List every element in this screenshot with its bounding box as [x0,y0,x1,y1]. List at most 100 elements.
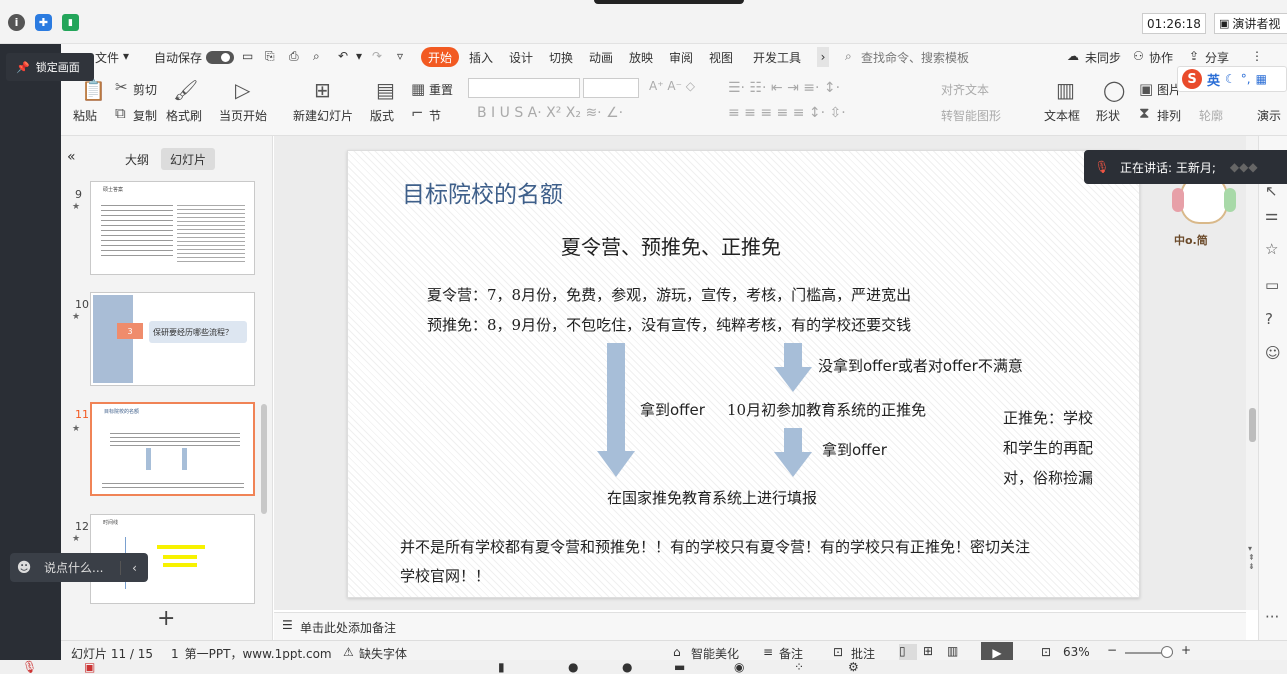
chat-icon[interactable]: ▬ [674,660,685,674]
tab-review[interactable]: 审阅 [669,49,693,66]
cut-button[interactable]: 剪切 [133,81,157,98]
section-button[interactable]: 节 [429,107,441,124]
menu-file[interactable]: 文件 [95,49,119,66]
font-name-select[interactable] [468,78,580,98]
tab-slides[interactable]: 幻灯片 [161,148,215,170]
screen-icon[interactable]: ▭ [1265,276,1279,294]
keyboard-icon[interactable]: ▦ [1256,72,1267,86]
tab-outline[interactable]: 大纲 [125,151,149,168]
footer-line1[interactable]: 并不是所有学校都有夏令营和预推免！！有的学校只有夏令营！有的学校只有正推免！密切… [400,536,1030,557]
get-offer-left-text[interactable]: 拿到offer [640,399,705,420]
punct-icon[interactable]: °, [1241,72,1251,86]
save-icon[interactable]: ▭ [242,49,253,63]
play-from-current-button[interactable]: 当页开始 [219,107,267,124]
export-icon[interactable]: ⎘ [265,49,275,64]
scroll-thumb[interactable] [1249,408,1256,442]
star-icon[interactable]: ☆ [1265,240,1278,258]
zoom-out-icon[interactable]: − [1107,643,1117,657]
scroll-arrows-icon[interactable]: ▾ ⇞ ⇟ [1248,544,1255,571]
sync-status[interactable]: 未同步 [1085,49,1121,66]
robot-icon[interactable]: ☺ [1265,344,1281,362]
kebab-icon[interactable]: ⋮ [1251,49,1263,63]
slide-thumbnail-9[interactable]: 硕士答案 [90,181,255,275]
brush-icon[interactable]: 🖌 [173,78,198,102]
collab-icon[interactable]: ⚇ [1133,49,1144,63]
slide-subtitle[interactable]: 夏令营、预推免、正推免 [561,231,781,260]
preview-icon[interactable]: ⌕ [313,49,320,64]
textbox-button[interactable]: 文本框 [1044,107,1080,124]
paste-icon[interactable]: 📋 [81,78,106,102]
list-icons[interactable]: ☰· ☷· ⇤ ⇥ ≡· ↕· [728,80,840,96]
font-size-select[interactable] [583,78,639,98]
mic-off-icon[interactable]: 🎙 [22,660,37,674]
dropdown-icon[interactable]: ▾ [123,49,129,63]
share-screen-icon[interactable]: ▮ [498,660,505,674]
undo-dropdown-icon[interactable]: ▾ [356,49,362,63]
autosave-toggle[interactable] [206,51,234,64]
apps-icon[interactable]: ⁘ [794,660,804,674]
zoom-level[interactable]: 63% [1063,645,1090,659]
emoji-icon[interactable]: ☻ [10,560,38,576]
shield-icon[interactable]: ✚ [35,14,52,31]
slide-title[interactable]: 目标院校的名额 [402,175,563,209]
slide-thumbnail-11[interactable]: 目标院校的名额 [90,402,255,496]
share-button[interactable]: 分享 [1205,49,1229,66]
arrange-button[interactable]: 排列 [1157,107,1181,124]
ime-mode[interactable]: 英 [1207,70,1220,89]
participants-icon[interactable]: ● [568,660,578,674]
presenter-view-button[interactable]: ▣ 演讲者视 [1214,13,1287,34]
slide-canvas[interactable]: 目标院校的名额 夏令营、预推免、正推免 夏令营：7，8月份，免费，参观，游玩，宣… [347,150,1140,598]
ime-toolbar[interactable]: S 英 ☾ °, ▦ [1177,66,1287,92]
summer-camp-text[interactable]: 夏令营：7，8月份，免费，参观，游玩，宣传，考核，门槛高，严进宽出 [427,284,911,305]
text-format-icons[interactable]: B I U S A· X² X₂ ≋· ∠· [477,105,623,121]
no-offer-text[interactable]: 没拿到offer或者对offer不满意 [818,355,1023,376]
record-icon[interactable]: ◉ [734,660,744,674]
tab-insert[interactable]: 插入 [469,49,493,66]
zhengtuimian-line2[interactable]: 和学生的再配 [1003,437,1093,458]
layout-icon[interactable]: ▤ [376,78,395,102]
fill-in-text[interactable]: 在国家推免教育系统上进行填报 [607,487,817,508]
get-offer-right-text[interactable]: 拿到offer [822,439,887,460]
zoom-slider-handle[interactable] [1161,646,1173,658]
cloud-icon[interactable]: ☁ [1067,49,1079,63]
lock-screen-button[interactable]: 📌 锁定画面 [6,53,94,81]
tab-view[interactable]: 视图 [709,49,733,66]
camera-off-icon[interactable]: ▣ [84,660,95,674]
chat-input[interactable]: ☻ 说点什么... ‹ [10,553,148,582]
tab-animation[interactable]: 动画 [589,49,613,66]
tab-developer[interactable]: 开发工具 [753,49,801,66]
october-text[interactable]: 10月初参加教育系统的正推免 [727,399,926,420]
moon-icon[interactable]: ☾ [1225,72,1236,86]
copy-button[interactable]: 复制 [133,107,157,124]
undo-icon[interactable]: ↶ [338,49,348,63]
play-icon[interactable]: ▷ [235,78,250,102]
drag-handle[interactable] [594,0,744,4]
info-icon[interactable]: i [8,14,25,31]
pre-recommend-text[interactable]: 预推免：8，9月份，不包吃住，没有宣传，纯粹考核，有的学校还要交钱 [427,314,911,335]
sorter-view-icon[interactable]: ⊞ [923,644,933,658]
tab-design[interactable]: 设计 [509,49,533,66]
cursor-icon[interactable]: ↖ [1265,182,1278,200]
smartart-button[interactable]: 转智能图形 [941,107,1001,124]
new-slide-icon[interactable]: ⊞ [314,78,331,102]
fit-icon[interactable]: ⊡ [1041,645,1051,659]
tab-start[interactable]: 开始 [421,47,459,67]
zhengtuimian-line1[interactable]: 正推免：学校 [1003,407,1093,428]
align-text-button[interactable]: 对齐文本 [941,81,989,98]
collab-button[interactable]: 协作 [1149,49,1173,66]
zhengtuimian-line3[interactable]: 对，俗称捡漏 [1003,467,1093,488]
reading-view-icon[interactable]: ▥ [947,644,958,658]
zoom-in-icon[interactable]: + [1181,643,1191,657]
settings-slider-icon[interactable]: ⚌ [1265,206,1278,224]
collapse-sidebar-icon[interactable]: « [67,149,76,165]
layout-button[interactable]: 版式 [370,107,394,124]
print-icon[interactable]: ⎙ [289,49,299,64]
tabs-more-icon[interactable]: › [817,47,829,67]
shape-icon[interactable]: ◯ [1103,78,1125,102]
reset-icon[interactable]: ▦ [411,80,425,98]
arrange-icon[interactable]: ⧗ [1139,104,1150,122]
help-icon[interactable]: ? [1265,310,1273,328]
shape-button[interactable]: 形状 [1096,107,1120,124]
textbox-icon[interactable]: ▥ [1056,78,1075,102]
sidebar-scrollbar[interactable] [261,404,267,514]
